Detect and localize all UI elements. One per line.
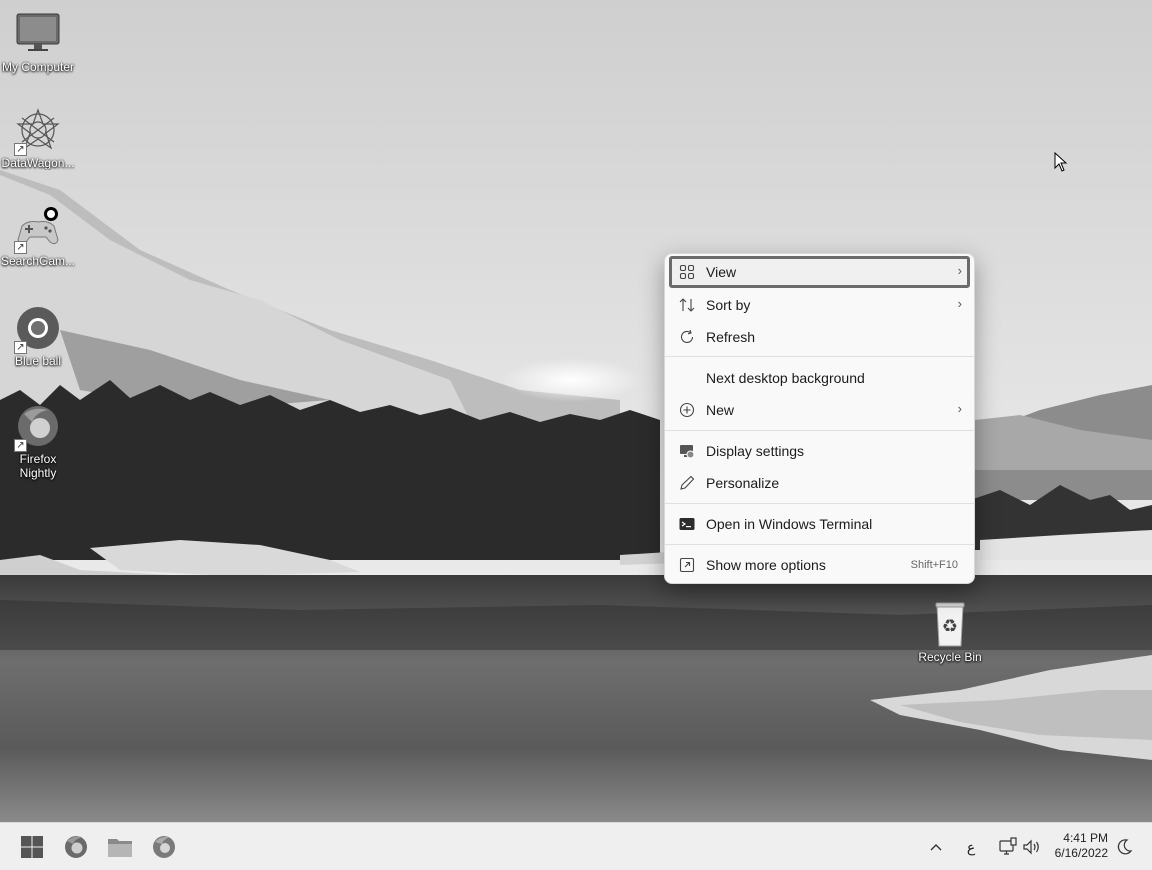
shortcut-arrow-icon: ↗: [14, 143, 27, 156]
desktop-icon-firefox-nightly[interactable]: ↗ Firefox Nightly: [0, 402, 76, 480]
recycle-bin-icon: ♻: [926, 600, 974, 648]
desktop-icon-blue-ball[interactable]: ↗ Blue ball: [0, 304, 76, 368]
menu-item-view[interactable]: View ›: [669, 256, 970, 288]
menu-item-new[interactable]: New ›: [669, 394, 970, 426]
menu-separator: [665, 503, 974, 504]
shortcut-arrow-icon: ↗: [14, 241, 27, 254]
clock-time: 4:41 PM: [1063, 831, 1108, 845]
input-indicator-label: ع: [966, 839, 976, 855]
show-hidden-icons-button[interactable]: [926, 835, 946, 859]
menu-item-label: Refresh: [706, 329, 756, 345]
menu-item-label: Display settings: [706, 443, 805, 459]
desktop-icon-searchgames[interactable]: ↗ SearchGam...: [0, 204, 76, 268]
input-indicator[interactable]: ع: [962, 835, 980, 859]
menu-item-next-desktop-background[interactable]: Next desktop background: [669, 362, 970, 394]
menu-item-label: New: [706, 402, 735, 418]
shortcut-arrow-icon: ↗: [14, 341, 27, 354]
desktop-icon-label: Blue ball: [14, 354, 62, 368]
firefox-nightly-icon: ↗: [14, 402, 62, 452]
volume-button[interactable]: [1022, 835, 1042, 859]
menu-item-show-more-options[interactable]: Show more options Shift+F10: [669, 549, 970, 581]
firefox-icon: [60, 836, 92, 867]
file-explorer-icon: [104, 839, 136, 867]
desktop-icon-label: Firefox Nightly: [19, 452, 57, 480]
menu-item-personalize[interactable]: Personalize: [669, 467, 970, 499]
desktop-icon-datawagon[interactable]: ↗ DataWagon...: [0, 106, 76, 170]
chevron-right-icon: ›: [957, 296, 962, 311]
pen-icon: [679, 475, 695, 491]
focus-assist-button[interactable]: [1116, 835, 1134, 859]
taskbar-firefox-button[interactable]: [60, 831, 92, 863]
sort-icon: [679, 297, 695, 313]
desktop-icon-recycle-bin[interactable]: ♻ Recycle Bin: [912, 600, 988, 664]
desktop-icon-label: SearchGam...: [0, 254, 76, 268]
plus-circle-icon: [679, 402, 695, 418]
desktop-icon-label: DataWagon...: [1, 156, 75, 170]
menu-item-open-in-windows-terminal[interactable]: Open in Windows Terminal: [669, 508, 970, 540]
desktop-icon-my-computer[interactable]: My Computer: [0, 10, 76, 74]
taskbar-firefox-nightly-button[interactable]: [148, 831, 180, 863]
moon-icon: [1116, 839, 1134, 862]
menu-separator: [665, 430, 974, 431]
menu-item-label: Show more options: [706, 557, 826, 573]
start-icon: [16, 836, 48, 867]
firefox-nightly-icon: [148, 836, 180, 867]
desktop-icon-label: My Computer: [1, 60, 75, 74]
start-button[interactable]: [16, 831, 48, 863]
menu-item-sort-by[interactable]: Sort by ›: [669, 289, 970, 321]
menu-item-label: Personalize: [706, 475, 780, 491]
menu-separator: [665, 544, 974, 545]
chrome-icon: ↗: [14, 304, 62, 354]
menu-separator: [665, 356, 974, 357]
refresh-icon: [679, 329, 695, 345]
display-settings-icon: [679, 443, 695, 459]
svg-text:♻: ♻: [942, 616, 958, 637]
chevron-right-icon: ›: [957, 401, 962, 416]
clock-date: 6/16/2022: [1054, 846, 1108, 860]
clock[interactable]: 4:41 PM 6/16/2022: [1055, 831, 1108, 861]
menu-item-label: Open in Windows Terminal: [706, 516, 873, 532]
monitor-icon: [14, 10, 62, 58]
shortcut-hint: Shift+F10: [910, 559, 958, 571]
chevron-up-icon: [928, 844, 944, 862]
mouse-pointer-icon: [1054, 151, 1068, 172]
gamepad-icon: ↗: [14, 204, 62, 254]
volume-icon: [1022, 839, 1042, 862]
network-button[interactable]: [998, 835, 1018, 859]
desktop-icon-label: Recycle Bin: [918, 650, 982, 664]
desktop-wallpaper[interactable]: [0, 0, 1152, 822]
menu-item-label: View: [706, 264, 737, 280]
network-icon: [998, 837, 1018, 862]
more-options-icon: [679, 557, 695, 573]
desktop-context-menu: View › Sort by › Refresh Next desktop ba…: [664, 253, 975, 584]
taskbar: ع 4:41 PM 6/16/2022: [0, 822, 1152, 870]
menu-item-label: Sort by: [706, 297, 751, 313]
menu-item-label: Next desktop background: [706, 370, 865, 386]
grid-icon: [679, 264, 695, 280]
terminal-icon: [679, 516, 695, 532]
taskbar-file-explorer-button[interactable]: [104, 831, 136, 863]
shortcut-arrow-icon: ↗: [14, 439, 27, 452]
chevron-right-icon: ›: [957, 263, 962, 278]
datawagon-icon: ↗: [14, 106, 62, 156]
menu-item-refresh[interactable]: Refresh: [669, 321, 970, 353]
menu-item-display-settings[interactable]: Display settings: [669, 435, 970, 467]
